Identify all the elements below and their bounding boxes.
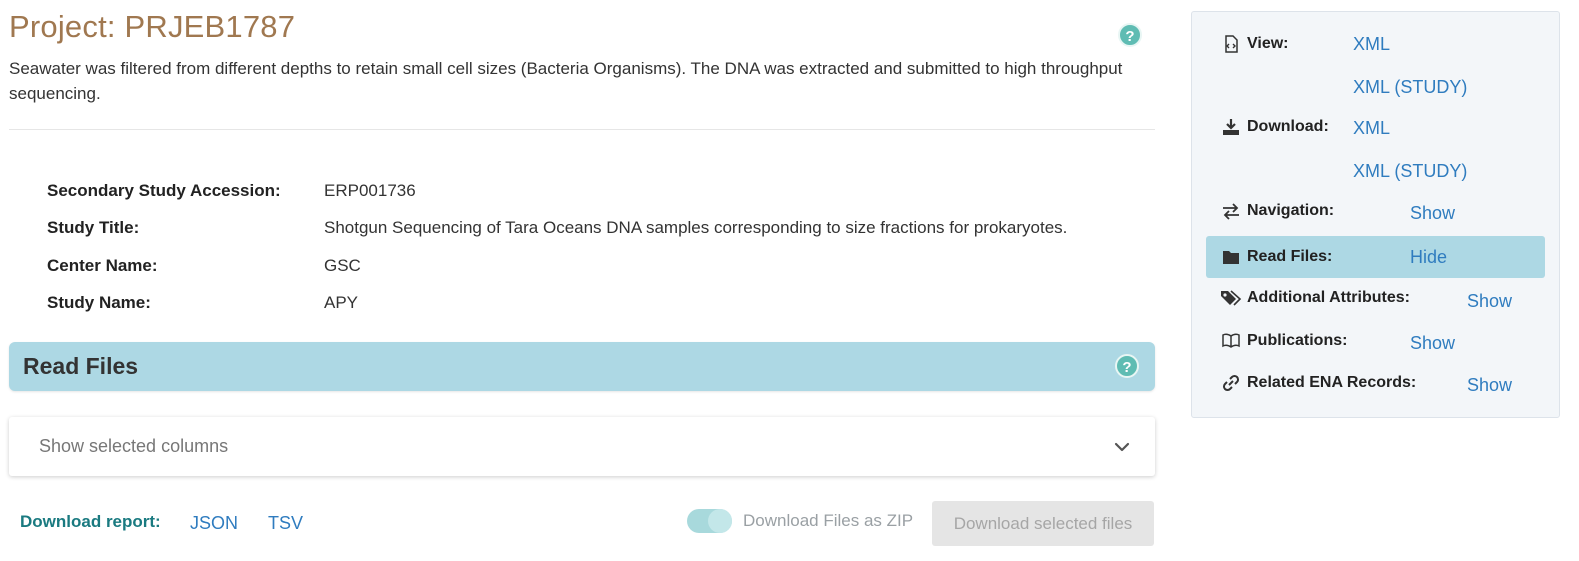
detail-row-center-name: Center Name: GSC xyxy=(47,247,1147,285)
chevron-down-icon xyxy=(1114,442,1130,452)
detail-label: Secondary Study Accession: xyxy=(47,180,281,200)
view-xml-study-link[interactable]: XML (STUDY) xyxy=(1353,77,1467,98)
show-columns-label: Show selected columns xyxy=(39,436,229,456)
read-files-section-header: Read Files ? xyxy=(9,342,1155,391)
detail-value: ERP001736 xyxy=(324,180,416,200)
link-icon xyxy=(1222,374,1240,392)
sidebar-item-label: Publications: xyxy=(1247,332,1348,349)
exchange-icon xyxy=(1223,203,1239,220)
file-code-icon xyxy=(1225,35,1238,53)
folder-icon xyxy=(1223,251,1239,264)
download-icon xyxy=(1223,119,1239,135)
download-selected-files-button[interactable]: Download selected files xyxy=(932,501,1154,546)
detail-label: Center Name: xyxy=(47,255,158,275)
zip-toggle[interactable] xyxy=(687,509,732,533)
help-icon[interactable]: ? xyxy=(1115,354,1139,378)
sidebar-item-label: Read Files: xyxy=(1247,248,1333,265)
sidebar-item-label: Additional Attributes: xyxy=(1247,289,1410,306)
zip-toggle-label: Download Files as ZIP xyxy=(743,511,914,530)
detail-value: APY xyxy=(324,293,359,313)
project-description: Seawater was filtered from different dep… xyxy=(9,59,1123,103)
book-icon xyxy=(1222,333,1240,348)
show-columns-collapsible[interactable]: Show selected columns xyxy=(9,417,1155,476)
sidebar-item-label: View: xyxy=(1247,35,1289,52)
sidebar-item-read-files: Read Files: xyxy=(1206,236,1545,278)
page-title: Project: PRJEB1787 xyxy=(9,9,296,44)
download-json-link[interactable]: JSON xyxy=(190,513,238,534)
sidebar-item-publications: Publications: xyxy=(1206,320,1545,362)
detail-row-study-title: Study Title: Shotgun Sequencing of Tara … xyxy=(47,210,1147,248)
additional-attributes-toggle-link[interactable]: Show xyxy=(1467,291,1512,312)
detail-row-study-name: Study Name: APY xyxy=(47,285,1147,323)
view-xml-link[interactable]: XML xyxy=(1353,34,1390,55)
main-content: Project: PRJEB1787 ? Seawater was filter… xyxy=(9,0,1155,561)
detail-value: GSC xyxy=(324,255,361,275)
tags-icon xyxy=(1221,290,1242,306)
detail-label: Study Name: xyxy=(47,293,151,313)
divider xyxy=(9,129,1155,130)
download-xml-study-link[interactable]: XML (STUDY) xyxy=(1353,161,1467,182)
download-xml-link[interactable]: XML xyxy=(1353,118,1390,139)
download-report-label: Download report: xyxy=(20,512,161,531)
help-icon[interactable]: ? xyxy=(1118,23,1142,47)
download-tsv-link[interactable]: TSV xyxy=(268,513,303,534)
detail-row-secondary-accession: Secondary Study Accession: ERP001736 xyxy=(47,172,1147,210)
section-title: Read Files xyxy=(23,353,139,379)
navigation-toggle-link[interactable]: Show xyxy=(1410,203,1455,224)
sidebar-item-label: Navigation: xyxy=(1247,202,1335,219)
sidebar-item-label: Download: xyxy=(1247,118,1329,135)
sidebar-item-label: Related ENA Records: xyxy=(1247,374,1417,391)
publications-toggle-link[interactable]: Show xyxy=(1410,333,1455,354)
toggle-knob xyxy=(708,509,732,533)
study-details: Secondary Study Accession: ERP001736 Stu… xyxy=(47,172,1147,322)
sidebar-item-navigation: Navigation: xyxy=(1206,190,1545,232)
read-files-toggle-link[interactable]: Hide xyxy=(1410,247,1447,268)
detail-label: Study Title: xyxy=(47,218,140,238)
detail-value: Shotgun Sequencing of Tara Oceans DNA sa… xyxy=(324,218,1068,238)
related-records-toggle-link[interactable]: Show xyxy=(1467,375,1512,396)
sidebar: View: XML XML (STUDY) Download: XML XML … xyxy=(1191,11,1560,418)
